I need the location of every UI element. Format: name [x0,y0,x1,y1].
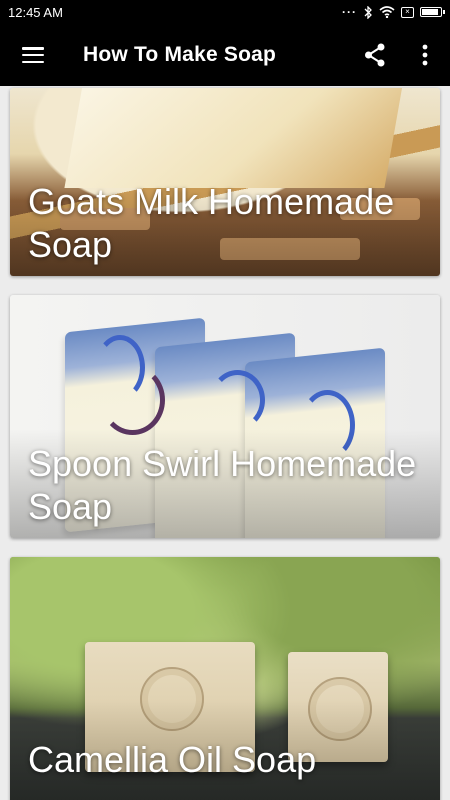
card-title: Goats Milk Homemade Soap [28,181,395,265]
battery-icon [420,7,445,17]
card-title: Camellia Oil Soap [28,739,317,780]
app-title: How To Make Soap [83,43,276,66]
status-time: 12:45 AM [8,4,63,20]
overflow-menu-button[interactable] [400,24,450,86]
share-icon [365,43,385,67]
sim-off-icon: × [401,6,414,18]
bluetooth-icon [364,5,372,19]
card-title: Spoon Swirl Homemade Soap [28,443,417,527]
soap-list[interactable]: Goats Milk Homemade Soap Spoon Swirl Hom… [0,86,450,800]
menu-button[interactable] [0,24,66,86]
soap-card-camellia-oil[interactable]: Camellia Oil Soap [10,557,440,800]
share-button[interactable] [350,24,400,86]
soap-card-spoon-swirl[interactable]: Spoon Swirl Homemade Soap [10,295,440,538]
signal-dots-icon: ··· [342,5,357,19]
more-vert-icon [422,44,428,66]
hamburger-menu-icon [22,47,44,63]
wifi-icon [379,6,395,18]
app-bar: How To Make Soap [0,24,450,86]
status-icons: ··· × [342,5,445,19]
soap-card-goats-milk[interactable]: Goats Milk Homemade Soap [10,88,440,276]
status-bar: 12:45 AM ··· × [0,0,450,24]
